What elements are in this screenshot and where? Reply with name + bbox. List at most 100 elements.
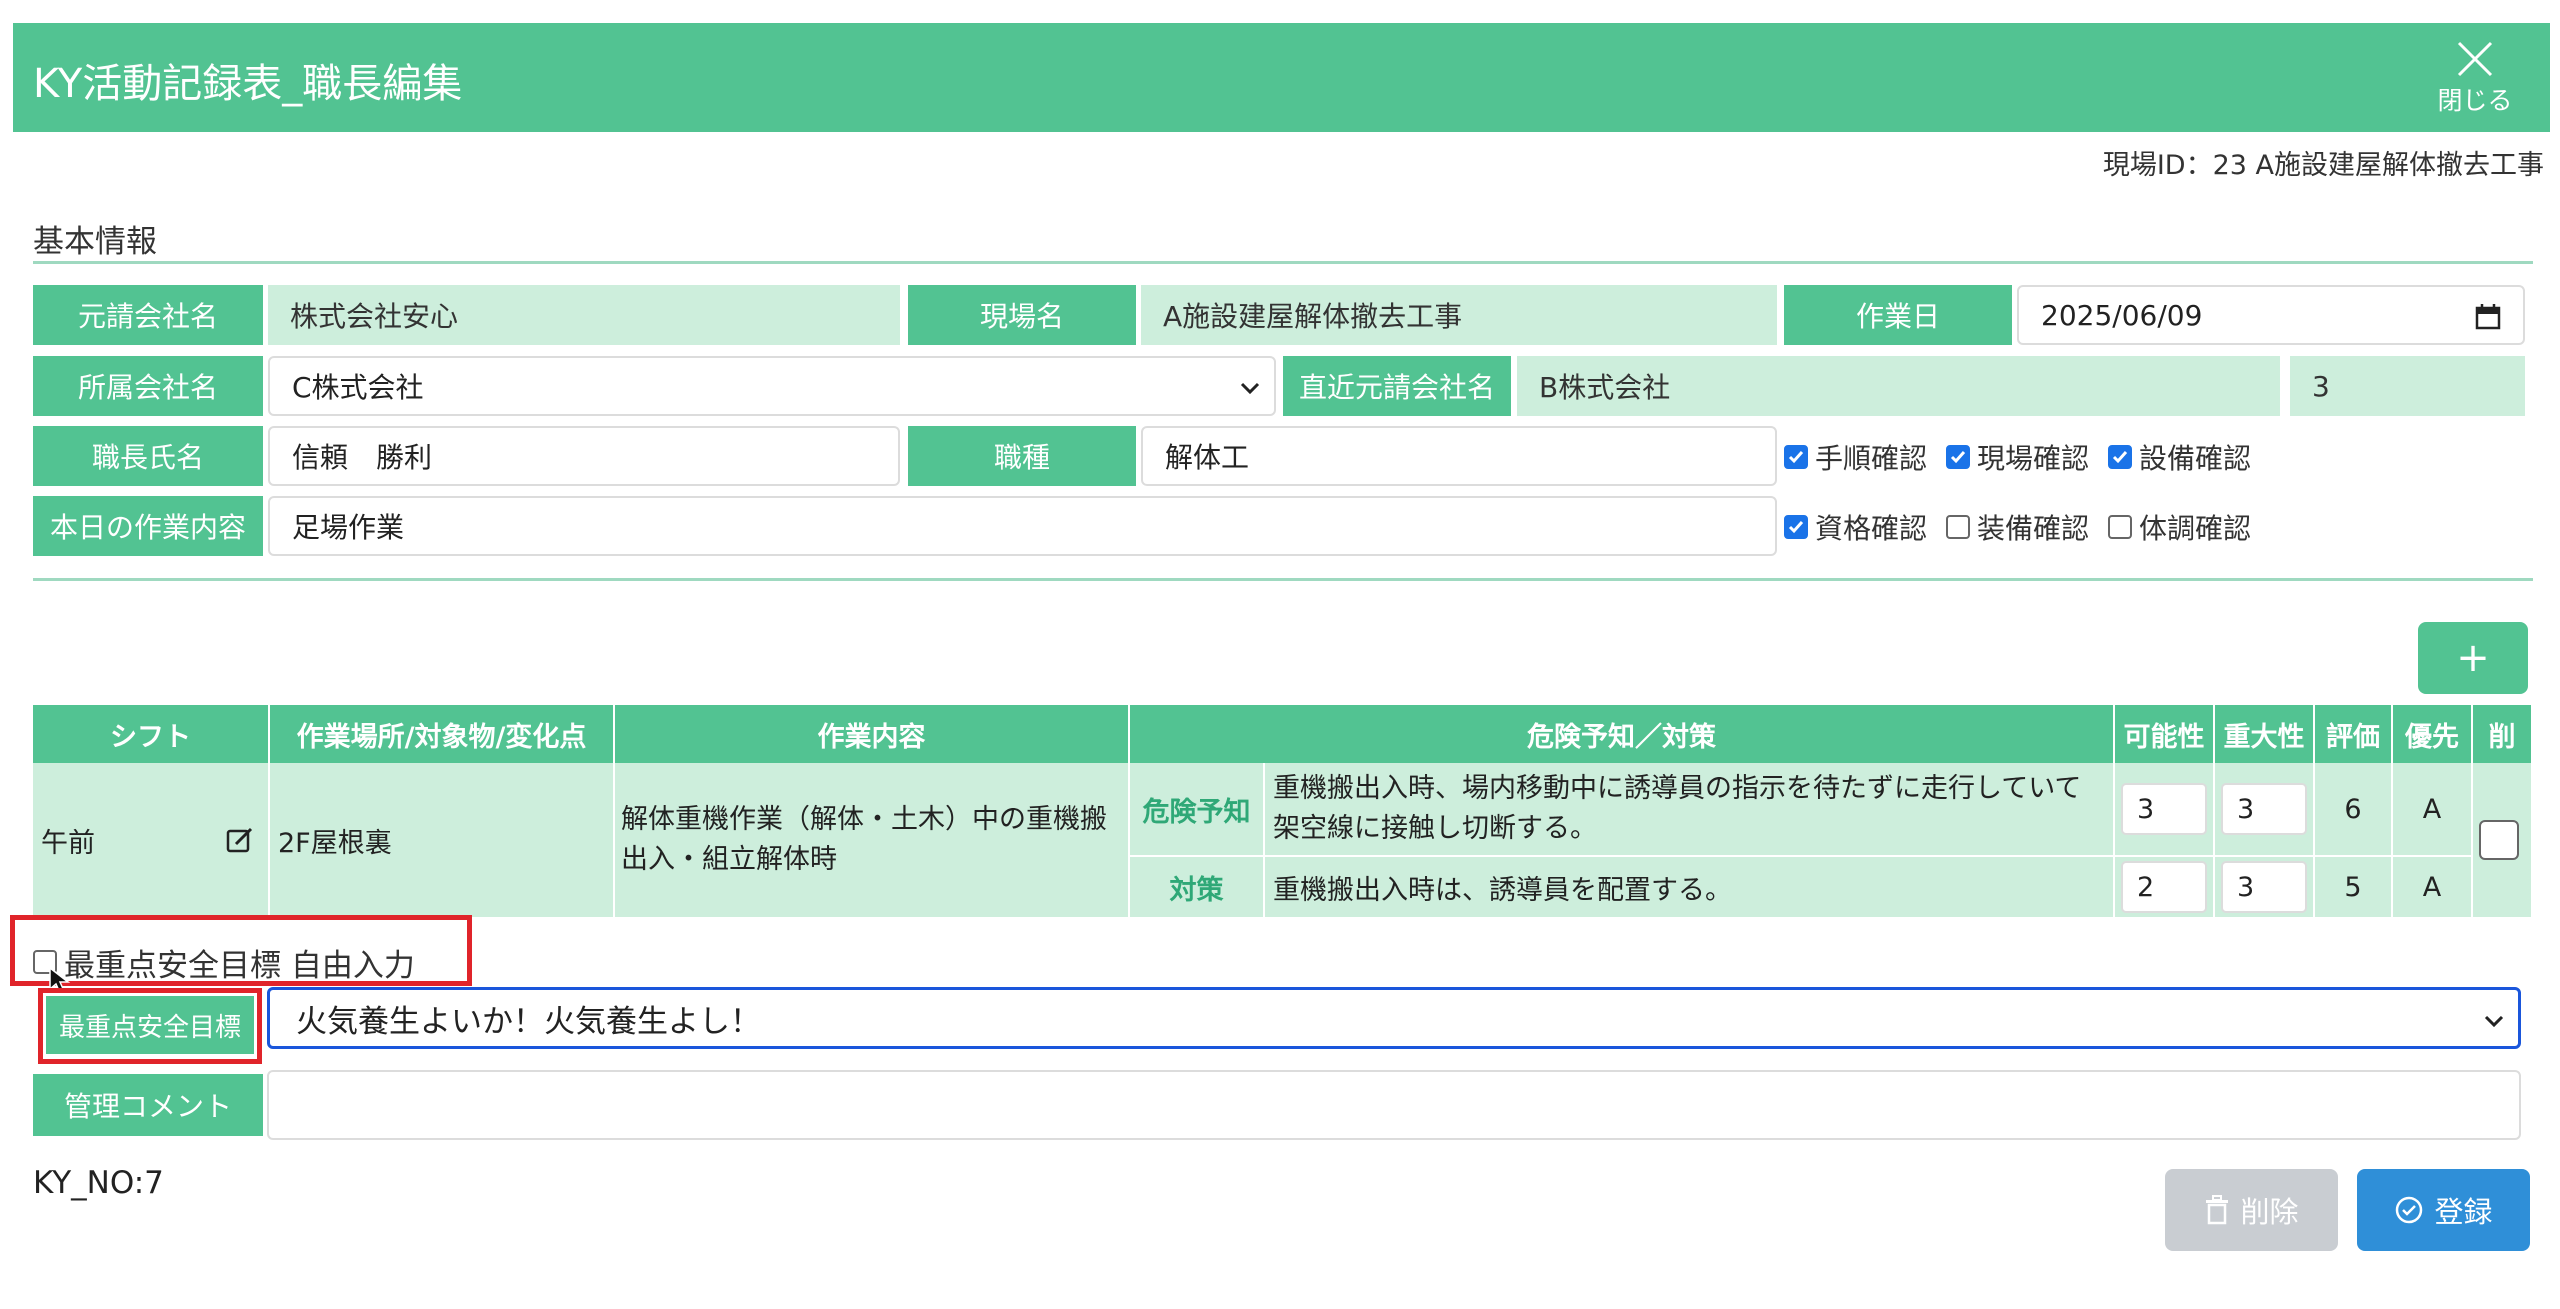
check-qualification[interactable]: 資格確認 — [1784, 507, 1927, 547]
th-place: 作業場所/対象物/変化点 — [270, 705, 615, 763]
foreman-input[interactable]: 信頼 勝利 — [268, 426, 900, 486]
hazard-text: 重機搬出入時、場内移動中に誘導員の指示を待たずに走行していて架空線に接触し切断す… — [1265, 763, 2115, 857]
checkbox-checked[interactable] — [2108, 445, 2132, 469]
affiliate-select[interactable]: C株式会社 — [268, 356, 1276, 416]
delete-cell — [2473, 763, 2531, 919]
affiliate-label: 所属会社名 — [33, 356, 263, 416]
th-hazard: 危険予知／対策 — [1130, 705, 2115, 763]
delete-button[interactable]: 削除 — [2165, 1169, 2338, 1251]
checkbox-unchecked[interactable] — [2108, 515, 2132, 539]
site-name-value: A施設建屋解体撤去工事 — [1141, 285, 1777, 345]
job-type-input[interactable]: 解体工 — [1141, 426, 1777, 486]
delete-row-checkbox[interactable] — [2478, 820, 2519, 860]
check-icon — [2112, 451, 2128, 464]
checkbox-unchecked[interactable] — [1946, 515, 1970, 539]
page-title: KY活動記録表_職長編集 — [33, 61, 463, 107]
direct-prime-number: 3 — [2290, 356, 2525, 416]
today-work-input[interactable]: 足場作業 — [268, 496, 1777, 556]
calendar-icon[interactable] — [2475, 303, 2501, 331]
close-icon — [2457, 41, 2493, 77]
close-button[interactable]: 閉じる — [2430, 33, 2520, 123]
work-date-input[interactable]: 2025/06/09 — [2017, 285, 2525, 345]
check-label: 資格確認 — [1815, 512, 1928, 545]
check-procedure[interactable]: 手順確認 — [1784, 437, 1927, 477]
work-date-label: 作業日 — [1784, 285, 2012, 345]
job-type-label: 職種 — [908, 426, 1136, 486]
shift-value: 午前 — [41, 827, 95, 859]
hazard-tag: 危険予知 — [1130, 763, 1265, 857]
check-health[interactable]: 体調確認 — [2108, 507, 2251, 547]
direct-prime-value: B株式会社 — [1517, 356, 2280, 416]
check-gear[interactable]: 装備確認 — [1946, 507, 2089, 547]
place-cell: 2F屋根裏 — [270, 763, 615, 919]
chevron-down-icon — [1240, 382, 1260, 395]
check-icon — [1788, 521, 1804, 534]
th-eval: 評価 — [2315, 705, 2393, 763]
section-title: 基本情報 — [33, 224, 157, 260]
table-row: 午前 — [33, 763, 270, 919]
checkbox-checked[interactable] — [1946, 445, 1970, 469]
work-cell: 解体重機作業（解体・土木）中の重機搬出入・組立解体時 — [615, 763, 1130, 919]
check-icon — [1788, 451, 1804, 464]
measure-text: 重機搬出入時は、誘導員を配置する。 — [1265, 857, 2115, 919]
check-circle-icon — [2396, 1196, 2423, 1224]
check-label: 設備確認 — [2139, 442, 2252, 475]
divider — [33, 261, 2533, 264]
chevron-down-icon — [2484, 1015, 2504, 1028]
plus-icon: + — [2456, 635, 2490, 681]
hazard-severity-cell: 3 — [2215, 763, 2315, 857]
measure-possibility-cell: 2 — [2115, 857, 2215, 919]
comment-input[interactable] — [267, 1070, 2521, 1140]
edit-icon[interactable] — [226, 826, 254, 854]
close-label: 閉じる — [2437, 86, 2513, 115]
hazard-severity-input[interactable]: 3 — [2221, 783, 2307, 835]
save-label: 登録 — [2434, 1195, 2493, 1229]
checkbox-checked[interactable] — [1784, 445, 1808, 469]
check-label: 手順確認 — [1815, 442, 1928, 475]
check-label: 現場確認 — [1977, 442, 2090, 475]
measure-eval: 5 — [2315, 857, 2393, 919]
goal-select[interactable]: 火気養生よいか！火気養生よし！ — [267, 987, 2521, 1049]
hazard-possibility-input[interactable]: 3 — [2121, 783, 2207, 835]
hazard-eval: 6 — [2315, 763, 2393, 857]
title-bar: KY活動記録表_職長編集 閉じる — [13, 23, 2550, 132]
goal-label: 最重点安全目標 — [46, 996, 254, 1054]
save-button[interactable]: 登録 — [2357, 1169, 2530, 1251]
free-input-label: 最重点安全目標 自由入力 — [64, 947, 415, 984]
comment-label: 管理コメント — [33, 1074, 263, 1136]
free-input-toggle[interactable]: 最重点安全目標 自由入力 — [33, 942, 415, 984]
check-site[interactable]: 現場確認 — [1946, 437, 2089, 477]
measure-tag: 対策 — [1130, 857, 1265, 919]
site-id: 現場ID：23 A施設建屋解体撤去工事 — [2102, 150, 2544, 181]
ky-number: KY_NO:7 — [33, 1165, 164, 1201]
goal-value: 火気養生よいか！火気養生よし！ — [296, 1003, 761, 1040]
today-work-label: 本日の作業内容 — [33, 496, 263, 556]
prime-company-label: 元請会社名 — [33, 285, 263, 345]
prime-company-value: 株式会社安心 — [268, 285, 900, 345]
th-work: 作業内容 — [615, 705, 1130, 763]
th-delete: 削 — [2473, 705, 2531, 763]
checkbox-checked[interactable] — [1784, 515, 1808, 539]
check-label: 装備確認 — [1977, 512, 2090, 545]
divider — [33, 578, 2533, 581]
check-label: 体調確認 — [2139, 512, 2252, 545]
th-severity: 重大性 — [2215, 705, 2315, 763]
th-possibility: 可能性 — [2115, 705, 2215, 763]
hazard-possibility-cell: 3 — [2115, 763, 2215, 857]
th-priority: 優先 — [2393, 705, 2473, 763]
work-date-value: 2025/06/09 — [2041, 298, 2203, 332]
check-icon — [1950, 451, 1966, 464]
direct-prime-label: 直近元請会社名 — [1283, 356, 1511, 416]
measure-severity-cell: 3 — [2215, 857, 2315, 919]
delete-label: 削除 — [2240, 1195, 2299, 1229]
check-equipment[interactable]: 設備確認 — [2108, 437, 2251, 477]
foreman-value: 信頼 勝利 — [292, 441, 433, 474]
measure-possibility-input[interactable]: 2 — [2121, 861, 2207, 913]
add-row-button[interactable]: + — [2418, 622, 2528, 694]
today-work-value: 足場作業 — [292, 511, 405, 544]
site-name-label: 現場名 — [908, 285, 1136, 345]
measure-severity-input[interactable]: 3 — [2221, 861, 2307, 913]
trash-icon — [2206, 1195, 2229, 1225]
affiliate-value: C株式会社 — [292, 371, 424, 404]
job-type-value: 解体工 — [1165, 441, 1250, 474]
